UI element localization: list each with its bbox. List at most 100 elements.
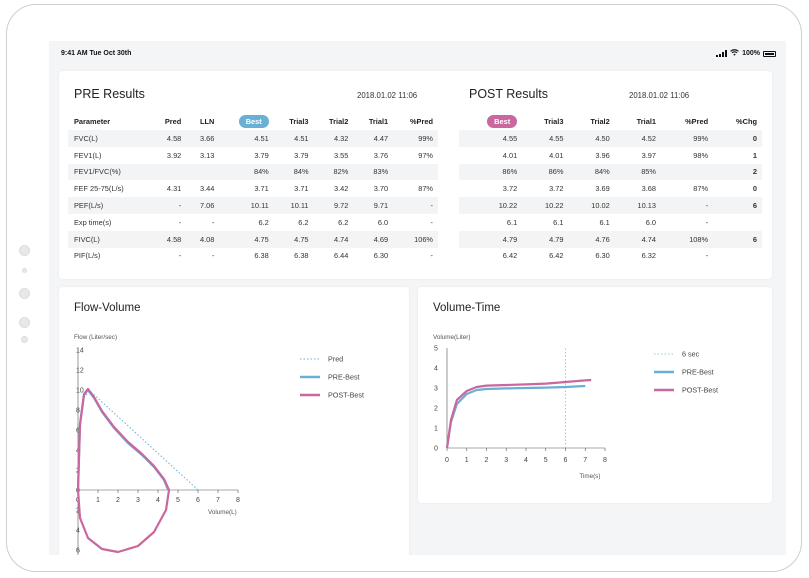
post-value-cell: 6.42 [502,251,518,261]
pre-value-cell: 3.66 [186,130,220,147]
tablet-frame: 9:41 AM Tue Oct 30th 100% PRE Results 20… [6,4,802,572]
pre-value-cell: 6.38 [254,251,269,261]
pre-parameter-cell: PIF(L/s) [74,251,101,261]
pre-value-cell: 3.76 [373,150,389,160]
pre-value-cell: 9.72 [313,197,354,214]
vt-series-post-best [445,378,592,449]
status-time: 9:41 AM Tue Oct 30th [61,50,132,57]
post-value-cell [660,163,714,181]
pre-value-cell: 3.71 [294,184,309,194]
pre-value-cell: 83% [353,163,394,181]
pre-value-cell: 3.70 [373,184,389,194]
post-value-cell: 4.55 [459,130,523,147]
post-value-cell [713,248,762,265]
pre-value-cell: 3.79 [294,150,309,160]
pre-value-cell: 3.92 [166,150,182,160]
pre-value-cell [186,163,220,181]
pre-value-cell [150,163,187,181]
fv-series-pred [85,390,199,491]
pre-header-pred: Pred [164,116,182,126]
pre-value-cell: 82% [313,163,354,181]
post-table-row: 4.01 4.01 3.96 3.97 98% 1 [459,147,762,164]
post-results-date: 2018.01.02 11:06 [629,91,690,100]
post-value-cell: 6 [713,230,762,248]
post-header--chg: %Chg [736,116,757,126]
post-value-cell: 4.79 [522,230,569,248]
side-button[interactable] [19,317,30,328]
post-header-best: Best [459,112,522,130]
vt-x-tick-label: 2 [485,457,489,464]
pre-table-row: PIF(L/s) - - 6.38 6.38 6.44 6.30 - [68,248,438,265]
pre-value-cell: - [430,217,433,227]
post-value-cell: - [705,217,709,227]
fv-x-axis-label: Volume(L) [208,509,237,516]
pre-header-lln: LLN [200,116,215,126]
pre-value-cell: 97% [418,150,433,160]
pre-results-date: 2018.01.02 11:06 [357,91,418,100]
post-value-cell: 6.30 [595,251,610,261]
volume-time-chart: Volume(Liter) 0 1 2 3 4 5 0 1 2 3 4 5 6 7 8 Time(s) 6 sec… [433,334,718,480]
status-bar: 9:41 AM Tue Oct 30th 100% [49,41,786,63]
post-value-cell: 98% [693,150,709,160]
pre-table-row: Exp time(s) - - 6.2 6.2 6.2 6.0 - [68,214,438,231]
fv-x-tick-label: 5 [176,497,180,504]
pre-table-row: FIVC(L) 4.58 4.08 4.75 4.75 4.74 4.69 106% [68,230,438,248]
fv-x-tick-label: 6 [196,497,200,504]
pre-value-cell: 3.42 [333,184,349,194]
pre-results-title: PRE Results [74,87,145,101]
legend-label-pred: Pred [328,355,343,364]
pre-table-row: FEF 25-75(L/s) 4.31 3.44 3.71 3.71 3.42 3.70 87… [68,180,438,197]
pre-results-table: Parameter Pred LLN Best Trial3 Trial2 Trial1 %P… [68,112,438,264]
post-value-cell: 0 [713,130,762,147]
pre-header-trial2: Trial2 [329,116,349,126]
post-value-cell: 86% [522,163,569,181]
wifi-icon [730,49,739,58]
pre-value-cell: 87% [418,184,433,194]
post-value-cell: 3.68 [641,184,656,194]
vt-x-axis-label: Time(s) [579,473,600,480]
fv-y-tick-label: 10 [76,388,84,395]
pre-parameter-cell: FEV1/FVC(%) [68,163,151,181]
pre-header-parameter: Parameter [74,116,111,126]
pre-value-cell: 4.58 [150,230,187,248]
flow-volume-card: Flow-Volume Flow (Liter/sec)141210864202… [59,287,409,555]
pre-value-cell: 4.69 [353,230,394,248]
pre-value-cell: - [393,197,438,214]
pre-value-cell: 84% [219,163,274,181]
pre-value-cell: 10.11 [273,197,314,214]
post-value-cell: 6.1 [506,217,518,227]
fv-y-axis-label: Flow (Liter/sec) [74,334,117,341]
pre-value-cell: 6.0 [377,217,389,227]
pre-value-cell: 4.75 [273,230,314,248]
post-value-cell: 6.0 [645,217,656,227]
post-value-cell: 4.55 [522,130,569,147]
post-value-cell: 4.79 [459,230,523,248]
post-value-cell: 99% [660,130,714,147]
flow-volume-chart: Flow (Liter/sec)14121086420246012345678V… [74,334,364,555]
vt-series-pre-best [445,384,586,449]
post-table-row: 4.79 4.79 4.76 4.74 108% 6 [459,230,762,248]
post-table-row: 6.1 6.1 6.1 6.0 - [459,214,762,231]
post-value-cell [713,214,762,231]
side-camera-dot [19,245,30,256]
post-value-cell: 85% [614,163,661,181]
pre-value-cell: 6.2 [298,217,309,227]
vt-y-tick-label: 3 [434,386,438,393]
pre-value-cell: 3.55 [333,150,349,160]
vt-x-tick-label: 5 [544,457,548,464]
pre-value-cell: 4.47 [353,130,394,147]
fv-x-tick-label: 4 [156,497,160,504]
vt-y-tick-label: 0 [434,446,438,453]
pre-value-cell: - [150,197,187,214]
pre-value-cell: 4.58 [150,130,187,147]
post-value-cell: 108% [660,230,714,248]
fv-x-tick-label: 3 [136,497,140,504]
battery-percent: 100% [742,50,760,57]
pre-value-cell: 3.71 [254,184,269,194]
home-button[interactable] [19,288,30,299]
post-value-cell: 6.1 [599,217,610,227]
side-sensor-dot [22,268,27,273]
pre-value-cell: - [211,217,215,227]
post-value-cell: 86% [459,163,523,181]
pre-value-cell: 4.75 [219,230,274,248]
